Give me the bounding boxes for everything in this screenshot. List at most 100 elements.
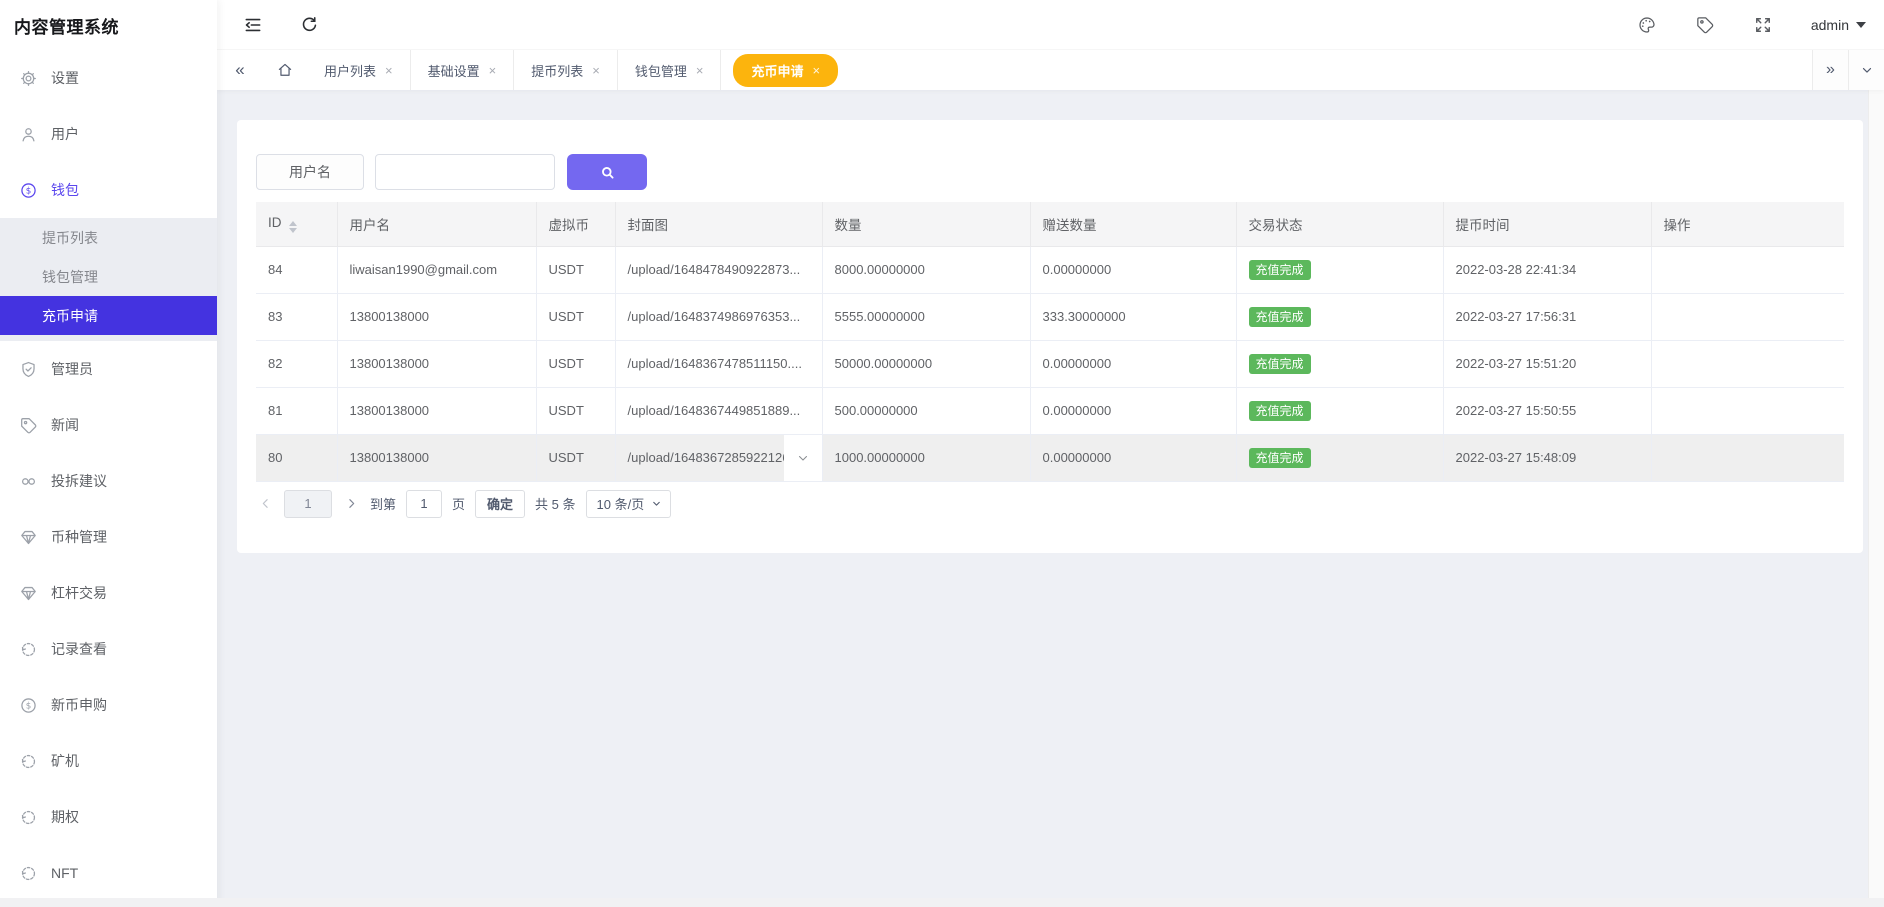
dollar-circle-icon: $ [19, 181, 38, 200]
per-page-value: 10 条/页 [597, 494, 645, 513]
history-icon [19, 864, 38, 883]
sidebar-item-label: 记录查看 [51, 639, 107, 659]
table-row[interactable]: 84 liwaisan1990@gmail.com USDT /upload/1… [256, 246, 1844, 293]
theme-palette-icon[interactable] [1637, 15, 1657, 35]
total-count-label: 共 5 条 [535, 494, 575, 513]
column-header-cover: 封面图 [615, 202, 822, 246]
app-title: 内容管理系统 [0, 0, 217, 50]
cell-id: 80 [256, 434, 337, 481]
tag-icon[interactable] [1695, 15, 1715, 35]
sidebar-item-admins[interactable]: 管理员 [0, 341, 217, 397]
goto-page-input[interactable] [406, 490, 442, 518]
sidebar-item-leverage-trading[interactable]: 杠杆交易 [0, 565, 217, 621]
tab-basic-settings[interactable]: 基础设置 × [411, 50, 515, 90]
tab-recharge-request[interactable]: 充币申请 × [733, 54, 838, 87]
sidebar-item-wallet-management[interactable]: 钱包管理 [0, 257, 217, 296]
table-row[interactable]: 81 13800138000 USDT /upload/164836744985… [256, 387, 1844, 434]
sidebar-item-label: NFT [51, 865, 78, 881]
cell-actions [1651, 434, 1844, 481]
per-page-select[interactable]: 10 条/页 [586, 490, 672, 518]
cell-bonus: 333.30000000 [1030, 293, 1236, 340]
current-page-button[interactable]: 1 [284, 490, 332, 518]
tabs-scroll-left-icon[interactable]: « [217, 50, 263, 90]
column-header-actions: 操作 [1651, 202, 1844, 246]
table-row[interactable]: 80 13800138000 USDT /upload/164836728592… [256, 434, 1844, 481]
status-badge: 充值完成 [1249, 448, 1311, 468]
sidebar-item-miners[interactable]: 矿机 [0, 733, 217, 789]
sidebar-item-coin-management[interactable]: 币种管理 [0, 509, 217, 565]
wallet-submenu: 提币列表 钱包管理 充币申请 [0, 218, 217, 341]
cell-currency: USDT [536, 293, 615, 340]
home-tab[interactable] [263, 50, 307, 90]
cell-id: 84 [256, 246, 337, 293]
tab-wallet-management[interactable]: 钱包管理 × [618, 50, 722, 90]
cell-time: 2022-03-27 15:50:55 [1443, 387, 1651, 434]
prev-page-icon[interactable] [256, 490, 274, 518]
search-input[interactable] [375, 154, 555, 190]
tabs-dropdown-icon[interactable] [1848, 50, 1884, 90]
cell-time: 2022-03-27 15:51:20 [1443, 340, 1651, 387]
cell-actions [1651, 387, 1844, 434]
close-icon[interactable]: × [592, 63, 600, 78]
collapse-sidebar-icon[interactable] [243, 15, 263, 35]
sidebar-item-new-coin-subscription[interactable]: $ 新币申购 [0, 677, 217, 733]
vertical-scrollbar[interactable] [1868, 90, 1884, 907]
history-icon [19, 752, 38, 771]
close-icon[interactable]: × [489, 63, 497, 78]
svg-text:$: $ [26, 701, 32, 711]
close-icon[interactable]: × [385, 63, 393, 78]
sidebar-item-nft[interactable]: NFT [0, 845, 217, 901]
gear-icon [19, 69, 38, 88]
tab-bar: « 用户列表 × 基础设置 × 提币列表 × 钱包管理 × 充币申请 × » [217, 50, 1884, 90]
cell-bonus: 0.00000000 [1030, 340, 1236, 387]
sidebar-item-options[interactable]: 期权 [0, 789, 217, 845]
refresh-icon[interactable] [299, 15, 319, 35]
sidebar: 内容管理系统 设置 用户 $ 钱包 [0, 0, 217, 907]
cell-time: 2022-03-27 15:48:09 [1443, 434, 1651, 481]
user-menu[interactable]: admin [1811, 17, 1866, 33]
sidebar-item-recharge-request[interactable]: 充币申请 [0, 296, 217, 335]
main-content: 用户名 ID 用户名 虚拟 [217, 90, 1868, 907]
sidebar-item-users[interactable]: 用户 [0, 106, 217, 162]
chevron-down-icon[interactable] [784, 435, 822, 481]
history-icon [19, 640, 38, 659]
tab-withdraw-list[interactable]: 提币列表 × [514, 50, 618, 90]
cell-time: 2022-03-28 22:41:34 [1443, 246, 1651, 293]
tab-label: 钱包管理 [635, 61, 687, 80]
table-row[interactable]: 83 13800138000 USDT /upload/164837498697… [256, 293, 1844, 340]
sidebar-item-label: 管理员 [51, 359, 93, 379]
tabs-scroll-right-icon[interactable]: » [1812, 50, 1848, 90]
status-badge: 充值完成 [1249, 260, 1311, 280]
sort-toggle[interactable] [289, 221, 297, 233]
cell-id: 81 [256, 387, 337, 434]
sidebar-item-feedback[interactable]: 投拆建议 [0, 453, 217, 509]
sidebar-item-wallet[interactable]: $ 钱包 [0, 162, 217, 218]
infinity-icon [19, 472, 38, 491]
sidebar-item-label: 期权 [51, 807, 79, 827]
confirm-button[interactable]: 确定 [475, 490, 525, 518]
fullscreen-icon[interactable] [1753, 15, 1773, 35]
horizontal-scrollbar[interactable] [0, 898, 1884, 907]
pagination: 1 到第 页 确定 共 5 条 10 条/页 [256, 490, 1844, 518]
close-icon[interactable]: × [812, 63, 820, 78]
cell-actions [1651, 340, 1844, 387]
cell-status: 充值完成 [1236, 246, 1443, 293]
close-icon[interactable]: × [696, 63, 704, 78]
sidebar-item-records[interactable]: 记录查看 [0, 621, 217, 677]
cell-currency: USDT [536, 246, 615, 293]
column-header-id: ID [256, 202, 337, 246]
table-row[interactable]: 82 13800138000 USDT /upload/164836747851… [256, 340, 1844, 387]
sidebar-item-label: 新闻 [51, 415, 79, 435]
column-header-amount: 数量 [822, 202, 1030, 246]
sidebar-item-settings[interactable]: 设置 [0, 50, 217, 106]
sidebar-item-news[interactable]: 新闻 [0, 397, 217, 453]
cell-amount: 5555.00000000 [822, 293, 1030, 340]
gem-icon [19, 584, 38, 603]
tab-user-list[interactable]: 用户列表 × [307, 50, 411, 90]
cell-amount: 500.00000000 [822, 387, 1030, 434]
sidebar-item-label: 钱包 [51, 180, 79, 200]
search-button[interactable] [567, 154, 647, 190]
cell-cover: /upload/1648374986976353... [615, 293, 822, 340]
sidebar-item-withdraw-list[interactable]: 提币列表 [0, 218, 217, 257]
next-page-icon[interactable] [342, 490, 360, 518]
